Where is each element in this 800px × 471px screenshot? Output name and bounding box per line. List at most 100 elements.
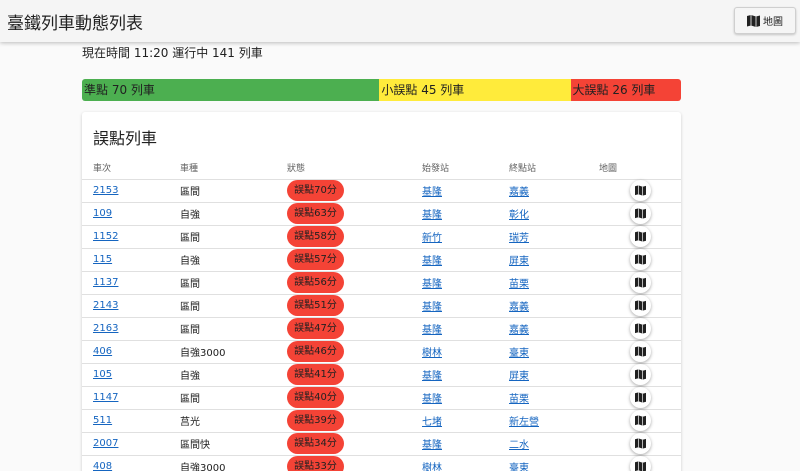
train-type: 自強3000: [180, 340, 287, 364]
destination-station-link[interactable]: 嘉義: [509, 302, 529, 313]
destination-station-link[interactable]: 二水: [509, 440, 529, 451]
delay-status-badge: 誤點56分: [287, 272, 344, 293]
table-row: 1147 區間 誤點40分 基隆 苗栗: [82, 386, 681, 410]
row-map-button[interactable]: [629, 387, 651, 408]
train-no-link[interactable]: 1137: [93, 277, 118, 288]
destination-station-link[interactable]: 瑞芳: [509, 233, 529, 244]
row-map-button[interactable]: [629, 272, 651, 293]
origin-station-link[interactable]: 基隆: [422, 256, 442, 267]
destination-station-link[interactable]: 苗栗: [509, 394, 529, 405]
train-type: 區間: [180, 179, 287, 203]
app-title: 臺鐵列車動態列表: [7, 14, 143, 34]
train-no-link[interactable]: 115: [93, 254, 112, 265]
destination-station-link[interactable]: 臺東: [509, 348, 529, 359]
on-time-segment: 準點 70 列車: [82, 79, 380, 101]
row-map-button[interactable]: [629, 180, 651, 201]
destination-station-link[interactable]: 新左營: [509, 417, 539, 428]
train-type: 區間: [180, 386, 287, 410]
table-row: 406 自強3000 誤點46分 樹林 臺東: [82, 340, 681, 364]
row-map-button[interactable]: [629, 364, 651, 385]
origin-station-link[interactable]: 樹林: [422, 348, 442, 359]
row-map-button[interactable]: [629, 433, 651, 454]
destination-station-link[interactable]: 臺東: [509, 463, 529, 471]
train-type: 區間快: [180, 432, 287, 456]
minor-delay-segment: 小誤點 45 列車: [379, 79, 571, 101]
train-no-link[interactable]: 109: [93, 208, 112, 219]
punctuality-bar: 準點 70 列車 小誤點 45 列車 大誤點 26 列車: [82, 79, 681, 101]
app-bar: 臺鐵列車動態列表 地圖: [0, 0, 800, 42]
origin-station-link[interactable]: 新竹: [422, 233, 442, 244]
delay-status-badge: 誤點39分: [287, 410, 344, 431]
table-row: 2163 區間 誤點47分 基隆 嘉義: [82, 317, 681, 341]
origin-station-link[interactable]: 基隆: [422, 325, 442, 336]
delay-status-badge: 誤點63分: [287, 203, 344, 224]
delay-status-badge: 誤點41分: [287, 364, 344, 385]
train-type: 區間: [180, 317, 287, 341]
table-row: 105 自強 誤點41分 基隆 屏東: [82, 363, 681, 387]
table-row: 511 莒光 誤點39分 七堵 新左營: [82, 409, 681, 433]
origin-station-link[interactable]: 基隆: [422, 187, 442, 198]
row-map-button[interactable]: [629, 226, 651, 247]
header-type: 車種: [180, 157, 287, 180]
row-map-button[interactable]: [629, 341, 651, 362]
train-type: 區間: [180, 225, 287, 249]
delay-status-badge: 誤點51分: [287, 295, 344, 316]
delay-status-badge: 誤點46分: [287, 341, 344, 362]
delay-status-badge: 誤點47分: [287, 318, 344, 339]
delay-status-badge: 誤點58分: [287, 226, 344, 247]
train-no-link[interactable]: 511: [93, 415, 112, 426]
delay-status-badge: 誤點57分: [287, 249, 344, 270]
header-origin: 始發站: [422, 157, 509, 180]
row-map-button[interactable]: [629, 456, 651, 471]
train-no-link[interactable]: 408: [93, 461, 112, 471]
train-type: 自強3000: [180, 455, 287, 471]
train-no-link[interactable]: 1147: [93, 392, 118, 403]
origin-station-link[interactable]: 基隆: [422, 440, 442, 451]
map-button-label: 地圖: [763, 17, 783, 28]
table-row: 408 自強3000 誤點33分 樹林 臺東: [82, 455, 681, 471]
delayed-trains-card: 誤點列車 車次 車種 狀態 始發站 終點站 地圖 2153 區間 誤點70分 基隆 嘉義…: [82, 112, 681, 471]
destination-station-link[interactable]: 屏東: [509, 371, 529, 382]
destination-station-link[interactable]: 屏東: [509, 256, 529, 267]
destination-station-link[interactable]: 彰化: [509, 210, 529, 221]
map-button[interactable]: 地圖: [734, 7, 796, 34]
delay-status-badge: 誤點33分: [287, 456, 344, 471]
origin-station-link[interactable]: 基隆: [422, 394, 442, 405]
table-row: 2143 區間 誤點51分 基隆 嘉義: [82, 294, 681, 318]
delay-status-badge: 誤點70分: [287, 180, 344, 201]
delay-status-badge: 誤點40分: [287, 387, 344, 408]
row-map-button[interactable]: [629, 249, 651, 270]
origin-station-link[interactable]: 基隆: [422, 210, 442, 221]
origin-station-link[interactable]: 七堵: [422, 417, 442, 428]
card-title: 誤點列車: [93, 129, 158, 148]
destination-station-link[interactable]: 嘉義: [509, 187, 529, 198]
table-row: 1152 區間 誤點58分 新竹 瑞芳: [82, 225, 681, 249]
train-no-link[interactable]: 2007: [93, 438, 118, 449]
destination-station-link[interactable]: 嘉義: [509, 325, 529, 336]
origin-station-link[interactable]: 基隆: [422, 279, 442, 290]
train-type: 自強: [180, 202, 287, 226]
delayed-trains-table: 車次 車種 狀態 始發站 終點站 地圖 2153 區間 誤點70分 基隆 嘉義 109 自強…: [82, 157, 681, 471]
row-map-button[interactable]: [629, 318, 651, 339]
origin-station-link[interactable]: 樹林: [422, 463, 442, 471]
train-no-link[interactable]: 1152: [93, 231, 118, 242]
train-type: 區間: [180, 294, 287, 318]
row-map-button[interactable]: [629, 410, 651, 431]
train-type: 自強: [180, 363, 287, 387]
train-type: 自強: [180, 248, 287, 272]
train-no-link[interactable]: 2143: [93, 300, 118, 311]
origin-station-link[interactable]: 基隆: [422, 371, 442, 382]
origin-station-link[interactable]: 基隆: [422, 302, 442, 313]
header-map: 地圖: [599, 157, 681, 180]
header-status: 狀態: [287, 157, 422, 180]
train-no-link[interactable]: 406: [93, 346, 112, 357]
train-no-link[interactable]: 2153: [93, 185, 118, 196]
train-no-link[interactable]: 105: [93, 369, 112, 380]
row-map-button[interactable]: [629, 295, 651, 316]
row-map-button[interactable]: [629, 203, 651, 224]
destination-station-link[interactable]: 苗栗: [509, 279, 529, 290]
train-type: 區間: [180, 271, 287, 295]
delay-status-badge: 誤點34分: [287, 433, 344, 454]
table-row: 2007 區間快 誤點34分 基隆 二水: [82, 432, 681, 456]
train-no-link[interactable]: 2163: [93, 323, 118, 334]
